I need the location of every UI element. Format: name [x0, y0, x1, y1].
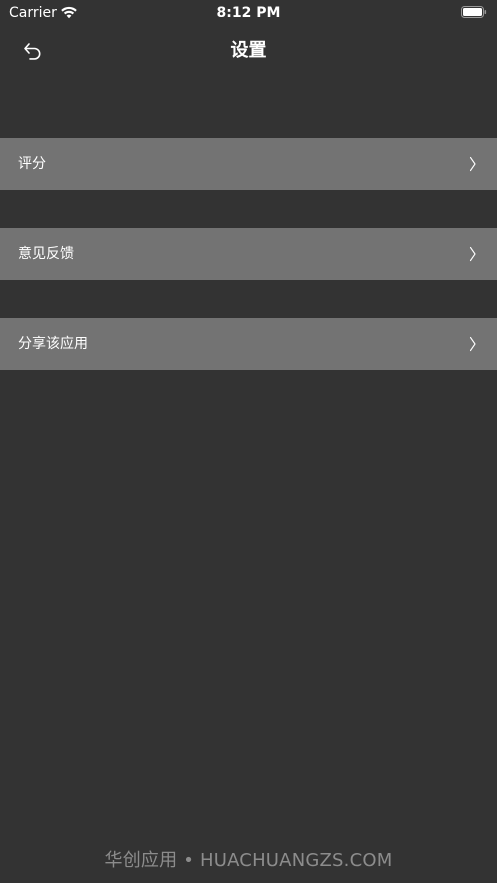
settings-item-share[interactable]: 分享该应用: [0, 318, 497, 370]
battery-icon: [461, 6, 487, 18]
navigation-bar: 设置: [0, 26, 497, 76]
chevron-right-icon: [469, 156, 476, 172]
settings-item-rate[interactable]: 评分: [0, 138, 497, 190]
settings-screen: Carrier 8:12 PM 设置 评分 意见反馈 分享该应用 华创应用 • …: [0, 0, 497, 883]
status-bar: Carrier 8:12 PM: [0, 0, 497, 26]
watermark-text: 华创应用 • HUACHUANGZS.COM: [104, 850, 393, 871]
settings-item-label: 评分: [18, 156, 46, 172]
chevron-right-icon: [469, 246, 476, 262]
status-time: 8:12 PM: [216, 5, 281, 21]
page-title: 设置: [230, 40, 267, 61]
settings-item-feedback[interactable]: 意见反馈: [0, 228, 497, 280]
settings-item-label: 意见反馈: [18, 246, 74, 262]
chevron-right-icon: [469, 336, 476, 352]
settings-item-label: 分享该应用: [18, 336, 88, 352]
